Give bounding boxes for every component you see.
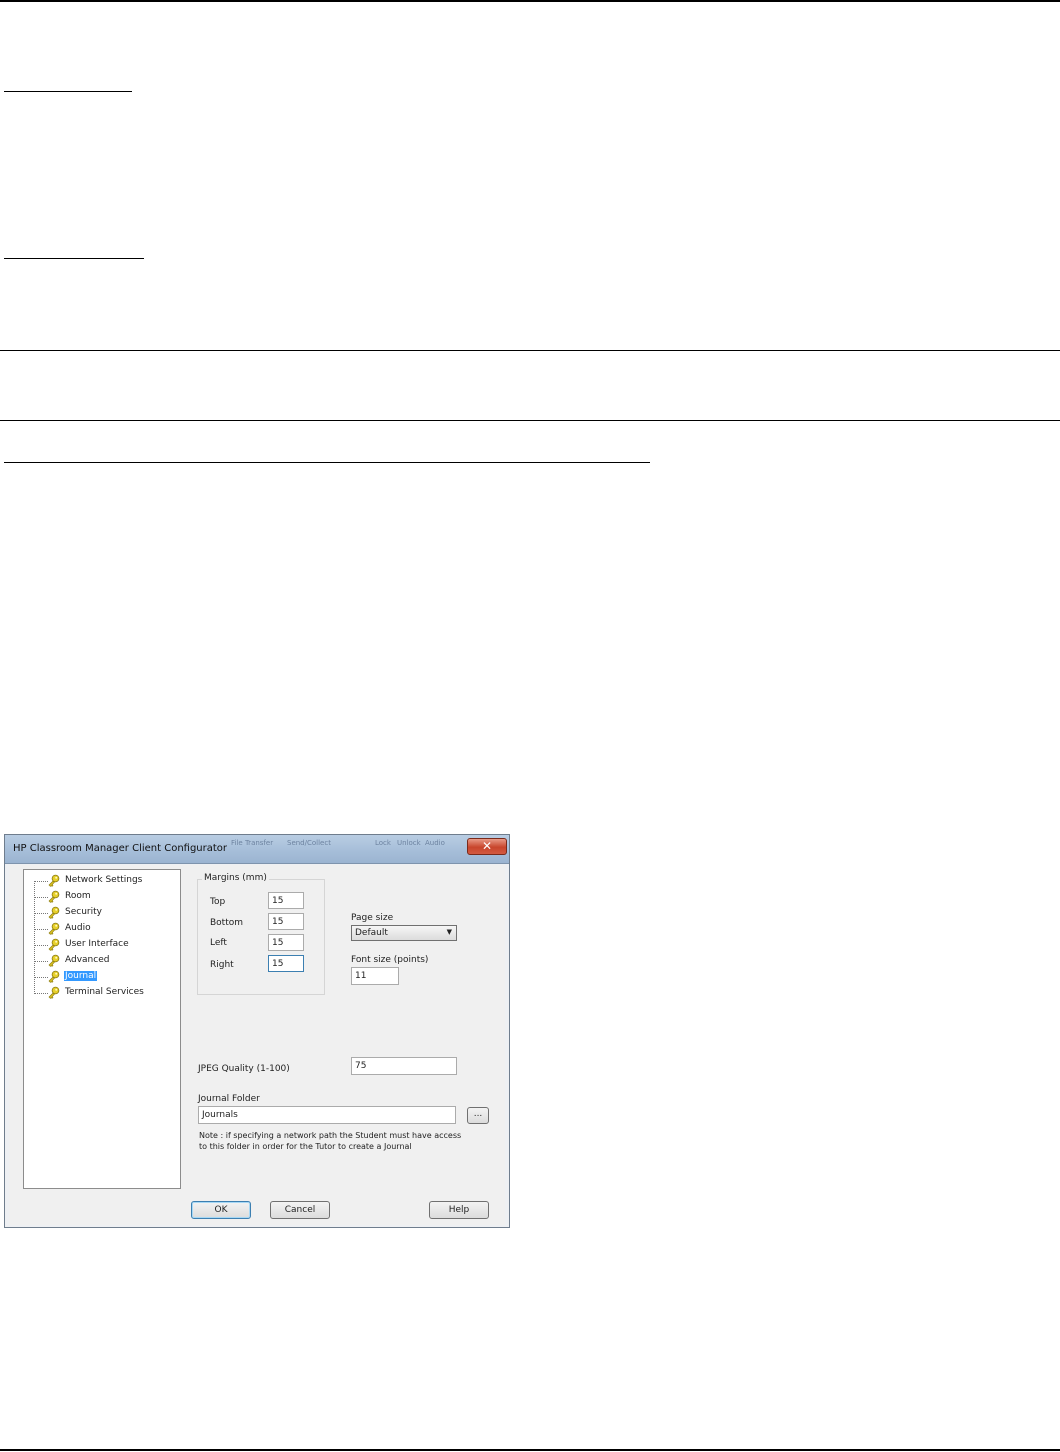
cancel-button[interactable]: Cancel: [270, 1201, 330, 1219]
key-icon: [48, 906, 60, 919]
key-icon: [48, 970, 60, 983]
tree-item-room[interactable]: Room: [34, 890, 174, 904]
tree-item-label: Network Settings: [65, 875, 143, 885]
dropdown-arrow-icon: ▼: [446, 928, 452, 936]
tree-connector: [34, 993, 48, 994]
heading-underline-1: [4, 91, 132, 92]
journal-folder-input[interactable]: Journals: [198, 1106, 456, 1124]
tree-item-label: Audio: [65, 923, 91, 933]
title-bar[interactable]: HP Classroom Manager Client Configurator…: [5, 835, 509, 864]
bottom-rule: [0, 1449, 1060, 1451]
tree-connector: [34, 961, 48, 962]
key-icon: [48, 986, 60, 999]
page-size-value: Default: [355, 928, 388, 938]
tree-connector: [34, 897, 48, 898]
tree-item-label: Terminal Services: [65, 987, 144, 997]
key-icon: [48, 890, 60, 903]
tree-item-advanced[interactable]: Advanced: [34, 954, 174, 968]
ghost-text: Send/Collect: [287, 839, 331, 847]
tree-item-security[interactable]: Security: [34, 906, 174, 920]
jpeg-quality-input[interactable]: 75: [351, 1057, 457, 1075]
margins-group: Margins (mm) Top 15 Bottom 15 Left 15 Ri…: [197, 873, 325, 995]
font-size-input[interactable]: 11: [351, 967, 399, 985]
right-label: Right: [210, 960, 234, 970]
heading-underline-3: [4, 462, 650, 463]
key-icon: [48, 874, 60, 887]
tree-connector: [34, 913, 48, 914]
tree-item-network-settings[interactable]: Network Settings: [34, 874, 174, 888]
top-rule: [0, 0, 1060, 2]
bottom-margin-input[interactable]: 15: [268, 913, 304, 930]
tree-item-user-interface[interactable]: User Interface: [34, 938, 174, 952]
top-margin-input[interactable]: 15: [268, 892, 304, 909]
tree-connector: [34, 881, 48, 882]
margins-title: Margins (mm): [202, 873, 269, 883]
left-label: Left: [210, 938, 227, 948]
jpeg-quality-label: JPEG Quality (1-100): [198, 1064, 290, 1074]
browse-button[interactable]: ...: [467, 1107, 489, 1124]
tree-item-terminal-services[interactable]: Terminal Services: [34, 986, 174, 1000]
ghost-text: File Transfer: [231, 839, 274, 847]
settings-tree[interactable]: Network Settings Room Security Audio User In…: [23, 869, 181, 1189]
ghost-text: Audio: [425, 839, 445, 847]
tree-connector: [34, 929, 48, 930]
journal-folder-label: Journal Folder: [198, 1094, 260, 1104]
font-size-label: Font size (points): [351, 955, 429, 965]
key-icon: [48, 938, 60, 951]
tree-item-label: Advanced: [65, 955, 110, 965]
section-rule-1: [0, 350, 1060, 351]
tree-item-label: Security: [65, 907, 102, 917]
dialog-title: HP Classroom Manager Client Configurator: [13, 843, 228, 854]
page-size-select[interactable]: Default ▼: [351, 925, 457, 941]
section-rule-2: [0, 420, 1060, 421]
tree-connector: [34, 945, 48, 946]
heading-underline-2: [4, 258, 144, 259]
tree-item-label: User Interface: [65, 939, 129, 949]
bottom-label: Bottom: [210, 918, 244, 928]
tree-item-label: Journal: [64, 971, 98, 981]
key-icon: [48, 954, 60, 967]
ghost-text: Unlock: [397, 839, 421, 847]
dialog-client-area: Network Settings Room Security Audio User In…: [9, 865, 505, 1225]
page-size-label: Page size: [351, 913, 394, 923]
tree-connector: [34, 977, 48, 978]
key-icon: [48, 922, 60, 935]
tree-item-journal[interactable]: Journal: [34, 970, 174, 984]
close-button[interactable]: ✕: [467, 838, 507, 855]
configurator-dialog: HP Classroom Manager Client Configurator…: [4, 834, 510, 1228]
network-path-note: Note : if specifying a network path the …: [199, 1131, 462, 1151]
right-margin-input[interactable]: 15: [268, 955, 304, 972]
ghost-text: Lock: [375, 839, 391, 847]
close-icon: ✕: [481, 839, 493, 853]
left-margin-input[interactable]: 15: [268, 934, 304, 951]
ok-button[interactable]: OK: [191, 1201, 251, 1219]
tree-item-label: Room: [65, 891, 91, 901]
tree-item-audio[interactable]: Audio: [34, 922, 174, 936]
help-button[interactable]: Help: [429, 1201, 489, 1219]
top-label: Top: [210, 897, 226, 907]
